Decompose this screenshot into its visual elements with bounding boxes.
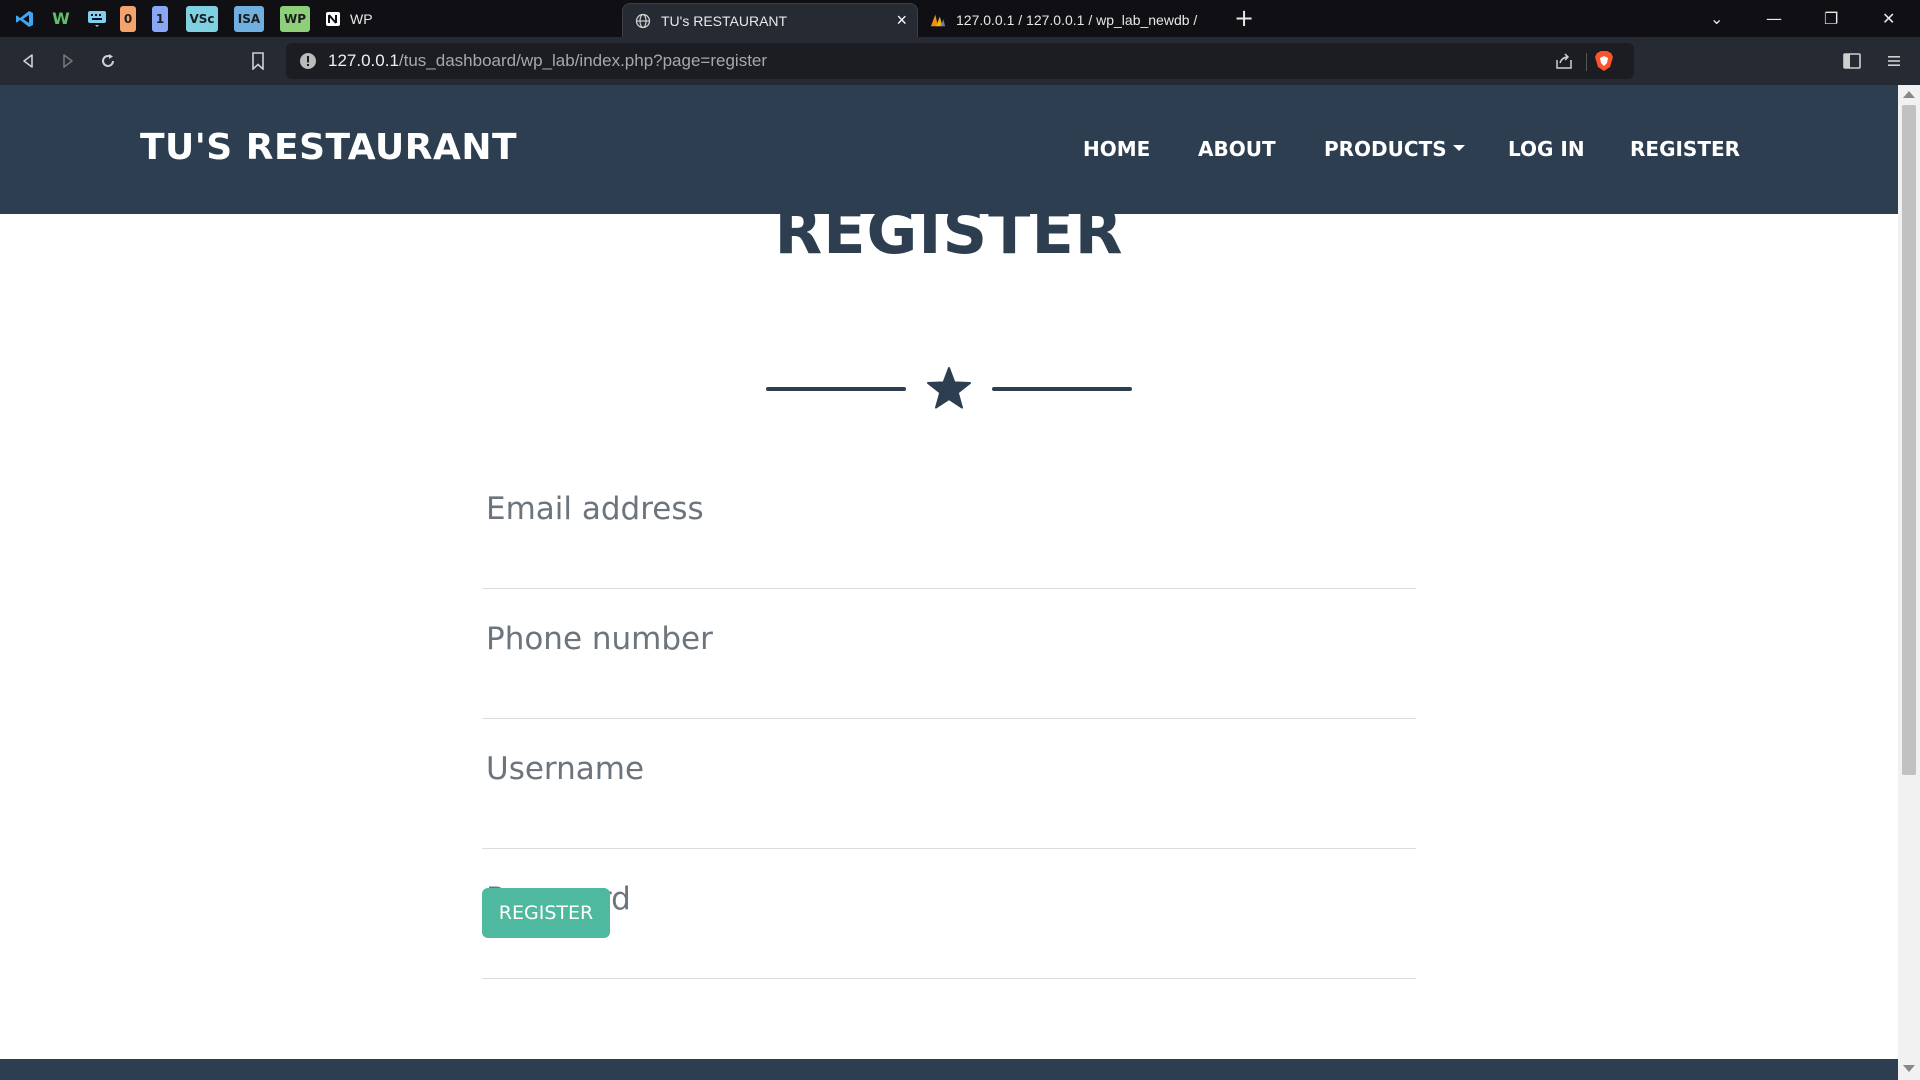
browser-toolbar: 127.0.0.1/tus_dashboard/wp_lab/index.php… <box>0 37 1920 85</box>
pinned-tab-0[interactable]: 0 <box>120 5 136 32</box>
star-icon <box>927 367 971 409</box>
tab-title: TU's RESTAURANT <box>661 12 788 29</box>
divider-line-left <box>766 387 906 391</box>
footer-strip <box>0 1059 1898 1080</box>
username-input[interactable] <box>484 719 1414 819</box>
forward-icon[interactable] <box>56 49 80 73</box>
scroll-up-icon[interactable] <box>1903 91 1915 98</box>
caret-down-icon <box>1452 144 1465 151</box>
scroll-thumb[interactable] <box>1902 105 1916 775</box>
pinned-tab-isa[interactable]: ISA <box>234 5 264 32</box>
tab-phpmyadmin[interactable]: 127.0.0.1 / 127.0.0.1 / wp_lab_newdb / <box>918 3 1208 37</box>
nav-home[interactable]: HOME <box>1083 137 1150 161</box>
close-tab-icon[interactable]: × <box>896 10 907 31</box>
phone-field-group <box>482 589 1416 719</box>
username-field-group <box>482 719 1416 849</box>
tab-title: 127.0.0.1 / 127.0.0.1 / wp_lab_newdb / <box>956 12 1198 28</box>
back-icon[interactable] <box>16 49 40 73</box>
password-input[interactable] <box>484 849 1414 949</box>
nav-products-label: PRODUCTS <box>1324 137 1447 161</box>
url-separator <box>1586 53 1587 71</box>
minimize-button[interactable]: — <box>1766 0 1782 37</box>
notion-tab-label[interactable]: WP <box>350 11 373 27</box>
divider-line-right <box>992 387 1132 391</box>
brand-logo-link[interactable]: TU'S RESTAURANT <box>140 127 517 168</box>
webstorm-icon[interactable]: W <box>48 6 74 32</box>
notion-icon[interactable] <box>320 6 346 32</box>
nav-login[interactable]: LOG IN <box>1508 137 1585 161</box>
phpmyadmin-icon <box>930 12 946 28</box>
scroll-down-icon[interactable] <box>1903 1065 1915 1072</box>
bookmark-icon[interactable] <box>246 49 270 73</box>
close-window-button[interactable]: ✕ <box>1882 0 1895 37</box>
email-field-group <box>482 459 1416 589</box>
keyboard-icon[interactable] <box>84 6 110 32</box>
new-tab-button[interactable]: + <box>1234 4 1254 32</box>
brave-shields-icon[interactable] <box>1592 49 1616 73</box>
reload-icon[interactable] <box>96 49 120 73</box>
pinned-tab-vsc[interactable]: VSc <box>186 5 218 32</box>
not-secure-icon[interactable] <box>296 49 320 73</box>
tab-search-dropdown-icon[interactable]: ⌄ <box>1710 0 1723 37</box>
email-input[interactable] <box>484 459 1414 559</box>
sidebar-toggle-icon[interactable] <box>1840 49 1864 73</box>
vscode-icon[interactable] <box>12 6 38 32</box>
pinned-tab-1[interactable]: 1 <box>152 5 168 32</box>
browser-tab-strip: W 0 1 VSc ISA WP WP TU's RESTAURANT × 12… <box>0 0 1920 37</box>
url-host: 127.0.0.1 <box>328 51 399 70</box>
share-icon[interactable] <box>1552 49 1576 73</box>
address-bar[interactable]: 127.0.0.1/tus_dashboard/wp_lab/index.php… <box>286 43 1634 79</box>
nav-register[interactable]: REGISTER <box>1630 137 1740 161</box>
nav-about[interactable]: ABOUT <box>1198 137 1276 161</box>
nav-products[interactable]: PRODUCTS <box>1324 137 1465 161</box>
page-scrollbar[interactable] <box>1898 85 1920 1080</box>
menu-icon[interactable] <box>1882 49 1906 73</box>
pinned-tab-wp[interactable]: WP <box>280 5 310 32</box>
phone-input[interactable] <box>484 589 1414 689</box>
restore-button[interactable]: ❐ <box>1824 0 1838 37</box>
tab-tus-restaurant[interactable]: TU's RESTAURANT × <box>622 3 918 37</box>
url-text[interactable]: 127.0.0.1/tus_dashboard/wp_lab/index.php… <box>328 51 767 71</box>
pinned-tabs: W 0 1 VSc ISA WP WP <box>0 0 373 37</box>
register-form <box>482 459 1416 979</box>
site-navbar: TU'S RESTAURANT HOME ABOUT PRODUCTS LOG … <box>0 85 1898 214</box>
register-submit-button[interactable]: REGISTER <box>482 888 610 938</box>
password-field-group <box>482 849 1416 979</box>
globe-icon <box>635 13 651 29</box>
url-path: /tus_dashboard/wp_lab/index.php?page=reg… <box>398 51 768 70</box>
title-divider <box>766 367 1132 411</box>
page-viewport: REGISTER TU'S RESTAURANT HOME ABOUT PROD… <box>0 85 1898 1080</box>
